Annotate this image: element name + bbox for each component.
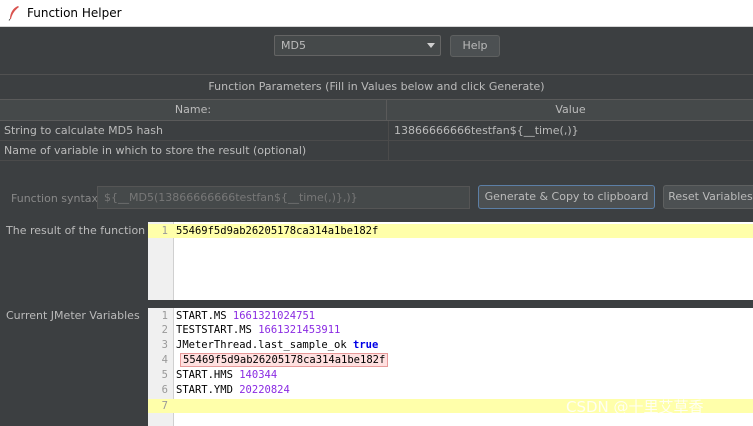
param-name[interactable]: Name of variable in which to store the r…: [4, 141, 387, 160]
line-number: 2: [161, 324, 168, 336]
variable-entry: TESTSTART.MS 1661321453911: [176, 323, 340, 337]
variable-entry: 55469f5d9ab26205178ca314a1be182f: [176, 353, 389, 367]
editor-line: 2 TESTSTART.MS 1661321453911: [148, 323, 753, 337]
window-title: Function Helper: [27, 6, 122, 20]
params-table-header: Name: Value: [0, 99, 753, 121]
line-number: 1: [161, 225, 168, 237]
params-table: Name: Value String to calculate MD5 hash…: [0, 99, 753, 161]
help-button[interactable]: Help: [450, 35, 500, 57]
line-number: 3: [161, 339, 168, 351]
syntax-label: Function syntax:: [11, 192, 102, 205]
params-title: Function Parameters (Fill in Values belo…: [0, 74, 753, 98]
editor-line: 5 START.HMS 140344: [148, 368, 753, 382]
variable-value: true: [353, 339, 379, 351]
editor-line: 1 START.MS 1661321024751: [148, 309, 753, 323]
chevron-down-icon: [427, 43, 435, 48]
function-select-value: MD5: [281, 39, 306, 52]
variable-value: 1661321024751: [232, 310, 316, 322]
result-text: 55469f5d9ab26205178ca314a1be182f: [176, 225, 379, 237]
param-value[interactable]: 13866666666testfan${__time(,)}: [388, 121, 753, 141]
variable-entry: START.MS 1661321024751: [176, 309, 315, 323]
function-select[interactable]: MD5: [274, 35, 441, 56]
watermark: CSDN @十里艾草香: [566, 398, 704, 416]
table-row[interactable]: Name of variable in which to store the r…: [0, 141, 753, 161]
param-value[interactable]: [388, 141, 753, 161]
reset-variables-button[interactable]: Reset Variables: [663, 185, 753, 209]
feather-icon: [8, 6, 19, 21]
variable-entry: START.HMS 140344: [176, 368, 277, 382]
variable-entry: JMeterThread.last_sample_ok true: [176, 338, 378, 352]
syntax-field[interactable]: ${__MD5(13866666666testfan${__time(,)},)…: [97, 186, 470, 209]
line-number: 6: [161, 384, 168, 396]
variable-key: START.HMS: [176, 369, 233, 381]
editor-line: 4 55469f5d9ab26205178ca314a1be182f: [148, 353, 753, 367]
col-value-header[interactable]: Value: [388, 100, 753, 121]
editor-line: 3 JMeterThread.last_sample_ok true: [148, 338, 753, 352]
variable-value: 1661321453911: [258, 324, 341, 336]
md5-result-highlight: 55469f5d9ab26205178ca314a1be182f: [180, 353, 389, 367]
line-number: 5: [161, 369, 168, 381]
line-number: 1: [161, 310, 168, 322]
editor-line: 6 START.YMD 20220824: [148, 383, 753, 397]
variable-key: TESTSTART.MS: [176, 324, 252, 336]
variable-key: JMeterThread.last_sample_ok: [176, 339, 347, 351]
col-name-header[interactable]: Name:: [0, 100, 387, 121]
result-editor[interactable]: 1 55469f5d9ab26205178ca314a1be182f: [148, 222, 753, 300]
editor-line: 1 55469f5d9ab26205178ca314a1be182f: [148, 224, 753, 238]
variable-value: 140344: [239, 369, 278, 381]
variable-key: START.MS: [176, 310, 227, 322]
title-bar: Function Helper: [0, 0, 753, 27]
line-number: 7: [161, 400, 168, 412]
param-name[interactable]: String to calculate MD5 hash: [4, 121, 387, 140]
result-label: The result of the function is: [6, 224, 158, 237]
vars-label: Current JMeter Variables: [6, 309, 140, 322]
variable-value: 20220824: [239, 384, 290, 396]
line-number: 4: [161, 354, 168, 366]
variable-entry: START.YMD 20220824: [176, 383, 290, 397]
generate-copy-button[interactable]: Generate & Copy to clipboard: [478, 185, 655, 209]
table-row[interactable]: String to calculate MD5 hash 13866666666…: [0, 121, 753, 141]
variable-key: START.YMD: [176, 384, 233, 396]
